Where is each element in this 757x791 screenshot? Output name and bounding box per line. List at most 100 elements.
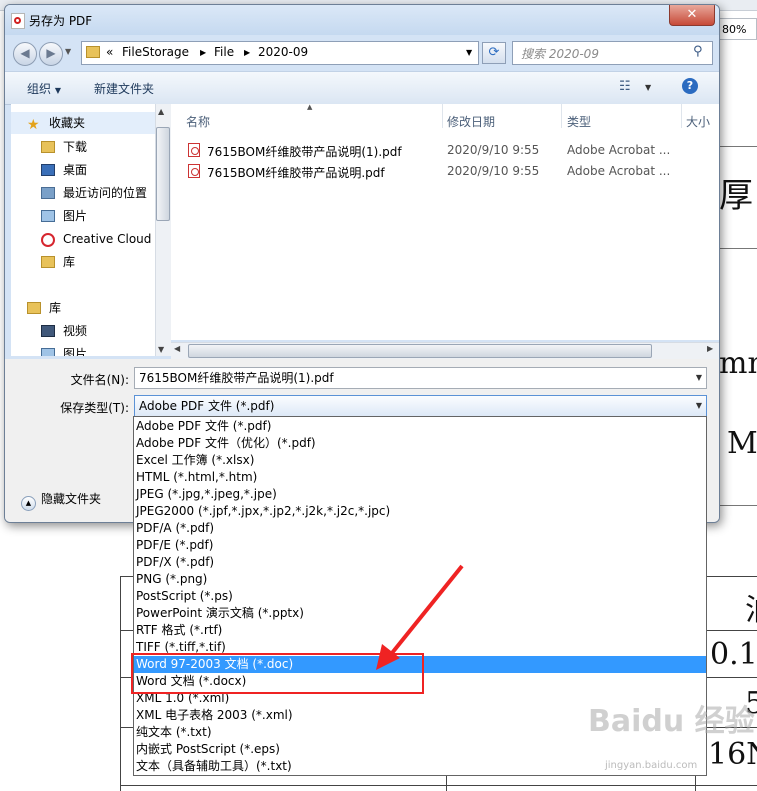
breadcrumb-filestorage[interactable]: FileStorage bbox=[122, 45, 189, 59]
scroll-up-icon[interactable]: ▲ bbox=[158, 107, 164, 116]
forward-arrow-icon[interactable]: ▶ bbox=[39, 42, 63, 66]
file-type: Adobe Acrobat ... bbox=[567, 164, 671, 178]
chevron-right-icon[interactable]: ▶ bbox=[244, 48, 250, 57]
doc-text-m: M bbox=[727, 426, 757, 461]
organize-button[interactable]: 组织 ▼ bbox=[27, 80, 61, 97]
hscrollbar-thumb[interactable] bbox=[188, 344, 652, 358]
filename-input[interactable]: 7615BOM纤维胶带产品说明(1).pdf ▼ bbox=[134, 367, 707, 389]
doc-rule bbox=[720, 146, 757, 147]
filetype-option[interactable]: Adobe PDF 文件（优化）(*.pdf) bbox=[134, 435, 706, 452]
scroll-left-icon[interactable]: ◀ bbox=[174, 344, 180, 353]
chevron-down-icon[interactable]: ▼ bbox=[696, 396, 702, 416]
column-divider[interactable] bbox=[681, 104, 682, 128]
nav-downloads-label: 下载 bbox=[63, 140, 88, 154]
baidu-watermark: Baidu 经验 bbox=[588, 704, 755, 739]
filetype-option[interactable]: PDF/E (*.pdf) bbox=[134, 537, 706, 554]
nav-pictures[interactable]: 图片 bbox=[11, 205, 155, 227]
watermark-url: jingyan.baidu.com bbox=[605, 760, 698, 771]
doc-rule bbox=[720, 505, 757, 506]
back-arrow-icon[interactable]: ◀ bbox=[13, 42, 37, 66]
scroll-right-icon[interactable]: ▶ bbox=[707, 344, 713, 353]
breadcrumb-2020-09[interactable]: 2020-09 bbox=[258, 45, 308, 59]
library-icon bbox=[41, 256, 55, 268]
filetype-option[interactable]: Excel 工作簿 (*.xlsx) bbox=[134, 452, 706, 469]
column-divider[interactable] bbox=[442, 104, 443, 128]
search-placeholder: 搜索 2020-09 bbox=[521, 47, 599, 61]
nav-library[interactable]: 库 bbox=[11, 251, 155, 273]
breadcrumb-file[interactable]: File bbox=[214, 45, 234, 59]
nav-downloads[interactable]: 下载 bbox=[11, 136, 155, 158]
nav-scrollbar-thumb[interactable] bbox=[156, 127, 170, 221]
help-icon[interactable]: ? bbox=[682, 78, 698, 94]
filetype-select[interactable]: Adobe PDF 文件 (*.pdf) ▼ bbox=[134, 395, 707, 417]
filetype-label: 保存类型(T): bbox=[60, 401, 129, 415]
column-date[interactable]: 修改日期 bbox=[447, 113, 495, 130]
annotation-arrow bbox=[376, 564, 464, 670]
file-type: Adobe Acrobat ... bbox=[567, 143, 671, 157]
nav-favorites[interactable]: ★ 收藏夹 bbox=[11, 112, 155, 134]
doc-text-mm: mm bbox=[719, 346, 757, 381]
view-options-icon[interactable]: ☷ bbox=[619, 79, 631, 94]
video-icon bbox=[41, 325, 55, 337]
nav-desktop-label: 桌面 bbox=[63, 163, 88, 177]
filetype-option[interactable]: Adobe PDF 文件 (*.pdf) bbox=[134, 418, 706, 435]
nav-library-label: 库 bbox=[63, 255, 76, 269]
filetype-option[interactable]: HTML (*.html,*.htm) bbox=[134, 469, 706, 486]
breadcrumb-prefix[interactable]: « bbox=[106, 45, 113, 59]
history-chevron-down-icon[interactable]: ▼ bbox=[65, 47, 71, 56]
doc-text-thick: 厚 bbox=[719, 176, 753, 216]
new-folder-button[interactable]: 新建文件夹 bbox=[94, 80, 154, 97]
nav-videos[interactable]: 视频 bbox=[11, 320, 155, 342]
hide-folders-button[interactable]: ▲ 隐藏文件夹 bbox=[21, 490, 101, 511]
filename-label: 文件名(N): bbox=[70, 373, 129, 387]
organize-label: 组织 bbox=[27, 82, 52, 96]
close-button[interactable]: ✕ bbox=[669, 5, 715, 26]
chevron-right-icon[interactable]: ▶ bbox=[200, 48, 206, 57]
chevron-down-icon: ▼ bbox=[54, 86, 61, 95]
address-bar[interactable]: « FileStorage ▶ File ▶ 2020-09 ▼ bbox=[81, 41, 479, 65]
nav-recent-places[interactable]: 最近访问的位置 bbox=[11, 182, 155, 204]
pdf-icon bbox=[11, 13, 25, 29]
nav-creative-cloud-label: Creative Cloud bbox=[63, 232, 152, 246]
pdf-file-icon bbox=[188, 143, 200, 157]
search-input[interactable]: 搜索 2020-09 ⚲ bbox=[512, 41, 713, 65]
file-name: 7615BOM纤维胶带产品说明.pdf bbox=[207, 166, 385, 180]
desktop-icon bbox=[41, 164, 55, 176]
file-date: 2020/9/10 9:55 bbox=[447, 164, 540, 178]
title-bar[interactable] bbox=[5, 5, 719, 35]
doc-text-cell: 0.1 bbox=[710, 637, 757, 672]
column-divider[interactable] bbox=[561, 104, 562, 128]
file-name: 7615BOM纤维胶带产品说明(1).pdf bbox=[207, 145, 402, 159]
file-row[interactable]: 7615BOM纤维胶带产品说明.pdf 2020/9/10 9:55 Adobe… bbox=[171, 160, 719, 181]
navigation-pane: ★ 收藏夹 下载 桌面 最近访问的位置 图片 Creative Cloud 库 bbox=[11, 104, 155, 356]
filetype-option[interactable]: 内嵌式 PostScript (*.eps) bbox=[134, 741, 706, 758]
dialog-title: 另存为 PDF bbox=[29, 14, 93, 28]
pictures-icon bbox=[41, 210, 55, 222]
view-dropdown-icon[interactable]: ▼ bbox=[645, 83, 651, 92]
filetype-option[interactable]: JPEG2000 (*.jpf,*.jpx,*.jp2,*.j2k,*.j2c,… bbox=[134, 503, 706, 520]
column-type[interactable]: 类型 bbox=[567, 113, 591, 130]
nav-library-pictures[interactable]: 图片 bbox=[11, 343, 155, 356]
address-dropdown-icon[interactable]: ▼ bbox=[466, 48, 472, 57]
column-name[interactable]: 名称 bbox=[186, 113, 210, 130]
nav-favorites-label: 收藏夹 bbox=[49, 116, 86, 130]
file-row[interactable]: 7615BOM纤维胶带产品说明(1).pdf 2020/9/10 9:55 Ad… bbox=[171, 139, 719, 160]
folder-icon bbox=[86, 46, 100, 58]
chevron-down-icon[interactable]: ▼ bbox=[696, 368, 702, 388]
zoom-field[interactable]: 80% bbox=[717, 18, 757, 40]
filetype-option[interactable]: JPEG (*.jpg,*.jpeg,*.jpe) bbox=[134, 486, 706, 503]
search-icon[interactable]: ⚲ bbox=[693, 44, 703, 59]
nav-creative-cloud[interactable]: Creative Cloud bbox=[11, 228, 155, 250]
refresh-icon[interactable]: ⟳ bbox=[482, 42, 506, 64]
filetype-option[interactable]: PDF/A (*.pdf) bbox=[134, 520, 706, 537]
scroll-down-icon[interactable]: ▼ bbox=[158, 345, 164, 354]
table-line bbox=[120, 785, 757, 786]
nav-libraries[interactable]: 库 bbox=[11, 297, 155, 319]
chevron-up-icon: ▲ bbox=[21, 496, 36, 511]
column-size[interactable]: 大小 bbox=[686, 113, 710, 130]
nav-desktop[interactable]: 桌面 bbox=[11, 159, 155, 181]
nav-libraries-label: 库 bbox=[49, 301, 62, 315]
file-date: 2020/9/10 9:55 bbox=[447, 143, 540, 157]
doc-text-cell: 泊 bbox=[745, 585, 757, 629]
download-folder-icon bbox=[41, 141, 55, 153]
